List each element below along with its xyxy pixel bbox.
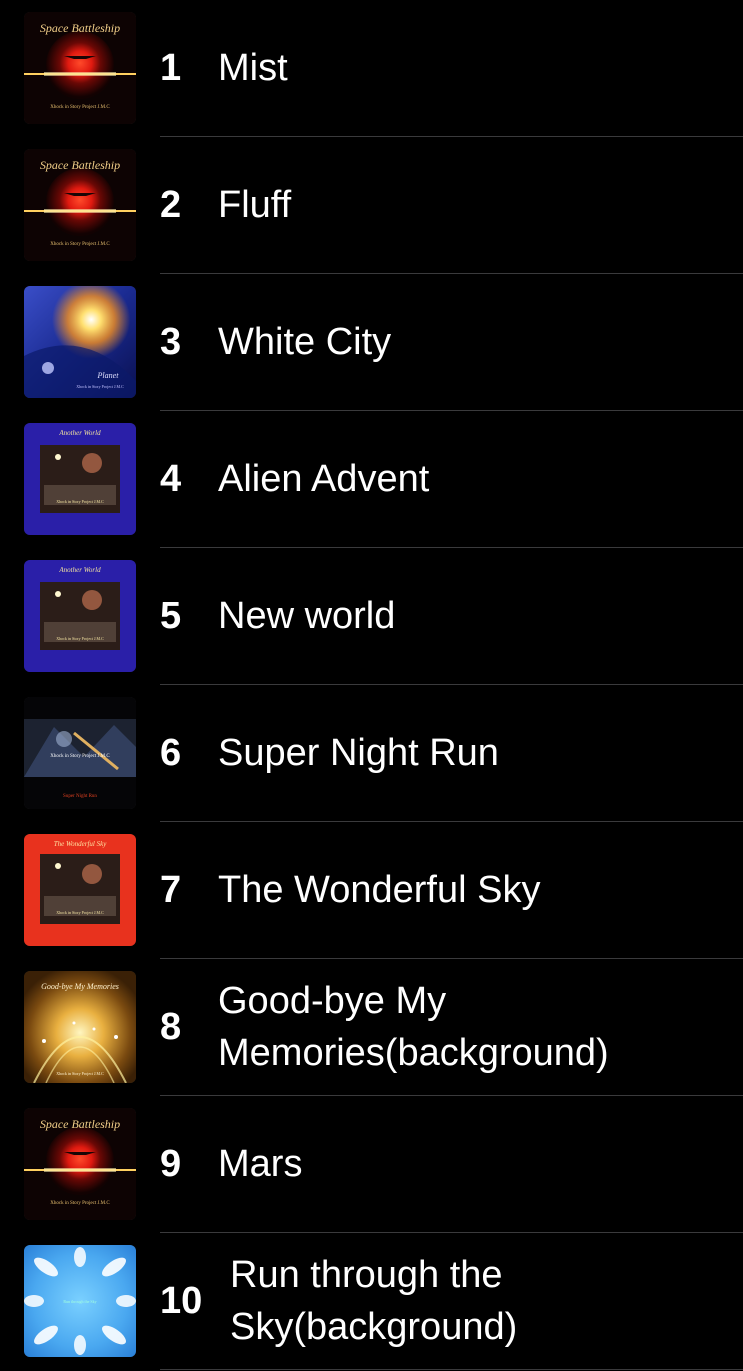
album-art-image: Space Battleship Xhock in Story Project … [24, 149, 136, 261]
album-art-image: Planet Xhock in Story Project J.M.C [24, 286, 136, 398]
album-art-space-battleship: Space Battleship Xhock in Story Project … [24, 149, 136, 261]
album-art-space-battleship: Space Battleship Xhock in Story Project … [24, 1108, 136, 1220]
album-art-wonderful-sky: The Wonderful Sky Xhock in Story Project… [24, 834, 136, 946]
track-row-7[interactable]: The Wonderful Sky Xhock in Story Project… [0, 822, 743, 959]
album-art-image: Run through the Sky [24, 1245, 136, 1357]
album-art-image: Good-bye My Memories Xhock in Story Proj… [24, 971, 136, 1083]
track-row-4[interactable]: Another World Xhock in Story Project J.M… [0, 411, 743, 548]
track-row-5[interactable]: Another World Xhock in Story Project J.M… [0, 548, 743, 685]
svg-text:Space Battleship: Space Battleship [40, 158, 120, 172]
svg-text:Space Battleship: Space Battleship [40, 1117, 120, 1131]
svg-text:Xhock in Story Project J.M.C: Xhock in Story Project J.M.C [56, 1071, 104, 1076]
svg-text:Good-bye My Memories: Good-bye My Memories [41, 982, 119, 991]
track-title: Mars [218, 1143, 303, 1185]
svg-text:Xhock in Story Project J.M.C: Xhock in Story Project J.M.C [56, 636, 104, 641]
track-number: 2 [160, 183, 182, 226]
track-title: New world [218, 595, 396, 637]
album-art-another-world: Another World Xhock in Story Project J.M… [24, 560, 136, 672]
track-title: Run through the Sky(background) [230, 1254, 518, 1348]
track-number: 1 [160, 46, 182, 89]
album-art-image: Another World Xhock in Story Project J.M… [24, 560, 136, 672]
album-art-another-world: Another World Xhock in Story Project J.M… [24, 423, 136, 535]
track-row-6[interactable]: Xhock in Story Project J.M.C Super Night… [0, 685, 743, 822]
album-art-image: Space Battleship Xhock in Story Project … [24, 12, 136, 124]
svg-text:Another World: Another World [58, 566, 101, 574]
svg-text:Xhock in Story Project J.M.C: Xhock in Story Project J.M.C [50, 1201, 110, 1206]
track-number: 6 [160, 731, 182, 774]
svg-text:Super Night Run: Super Night Run [63, 794, 97, 799]
track-title: Fluff [218, 184, 292, 226]
track-row-9[interactable]: Space Battleship Xhock in Story Project … [0, 1096, 743, 1233]
track-number: 9 [160, 1142, 182, 1185]
svg-text:Another World: Another World [58, 429, 101, 437]
album-art-run-sky: Run through the Sky [24, 1245, 136, 1357]
track-number: 5 [160, 594, 182, 637]
svg-text:Xhock in Story Project J.M.C: Xhock in Story Project J.M.C [56, 910, 104, 915]
svg-text:Xhock in Story Project J.M.C: Xhock in Story Project J.M.C [76, 384, 124, 389]
svg-text:Planet: Planet [97, 371, 120, 380]
track-title: Super Night Run [218, 732, 499, 774]
album-art-image: The Wonderful Sky Xhock in Story Project… [24, 834, 136, 946]
track-title: White City [218, 321, 392, 363]
svg-text:Xhock in Story Project J.M.C: Xhock in Story Project J.M.C [50, 754, 110, 759]
track-row-3[interactable]: Planet Xhock in Story Project J.M.C 3 Wh… [0, 274, 743, 411]
track-number: 7 [160, 868, 182, 911]
svg-text:Xhock in Story Project J.M.C: Xhock in Story Project J.M.C [56, 499, 104, 504]
track-list: Space Battleship Xhock in Story Project … [0, 0, 743, 1371]
track-title: The Wonderful Sky [218, 869, 541, 911]
track-title: Good-bye My Memories(background) [218, 980, 609, 1074]
track-row-8[interactable]: Good-bye My Memories Xhock in Story Proj… [0, 959, 743, 1096]
svg-text:Space Battleship: Space Battleship [40, 21, 120, 35]
track-row-10[interactable]: Run through the Sky 10 Run through the S… [0, 1233, 743, 1370]
album-art-space-battleship: Space Battleship Xhock in Story Project … [24, 12, 136, 124]
svg-text:Xhock in Story Project J.M.C: Xhock in Story Project J.M.C [50, 105, 110, 110]
svg-text:The Wonderful Sky: The Wonderful Sky [54, 840, 108, 848]
album-art-image: Xhock in Story Project J.M.C Super Night… [24, 697, 136, 809]
album-art-planet: Planet Xhock in Story Project J.M.C [24, 286, 136, 398]
track-row-2[interactable]: Space Battleship Xhock in Story Project … [0, 137, 743, 274]
album-art-image: Space Battleship Xhock in Story Project … [24, 1108, 136, 1220]
track-row-1[interactable]: Space Battleship Xhock in Story Project … [0, 0, 743, 137]
svg-text:Xhock in Story Project J.M.C: Xhock in Story Project J.M.C [50, 242, 110, 247]
svg-text:Run through the Sky: Run through the Sky [63, 1299, 96, 1304]
album-art-image: Another World Xhock in Story Project J.M… [24, 423, 136, 535]
album-art-super-night-run: Xhock in Story Project J.M.C Super Night… [24, 697, 136, 809]
album-art-good-bye: Good-bye My Memories Xhock in Story Proj… [24, 971, 136, 1083]
track-title: Alien Advent [218, 458, 430, 500]
track-number: 8 [160, 1005, 182, 1048]
track-number: 4 [160, 457, 182, 500]
track-number: 10 [160, 1279, 203, 1322]
track-number: 3 [160, 320, 182, 363]
track-title: Mist [218, 47, 288, 89]
